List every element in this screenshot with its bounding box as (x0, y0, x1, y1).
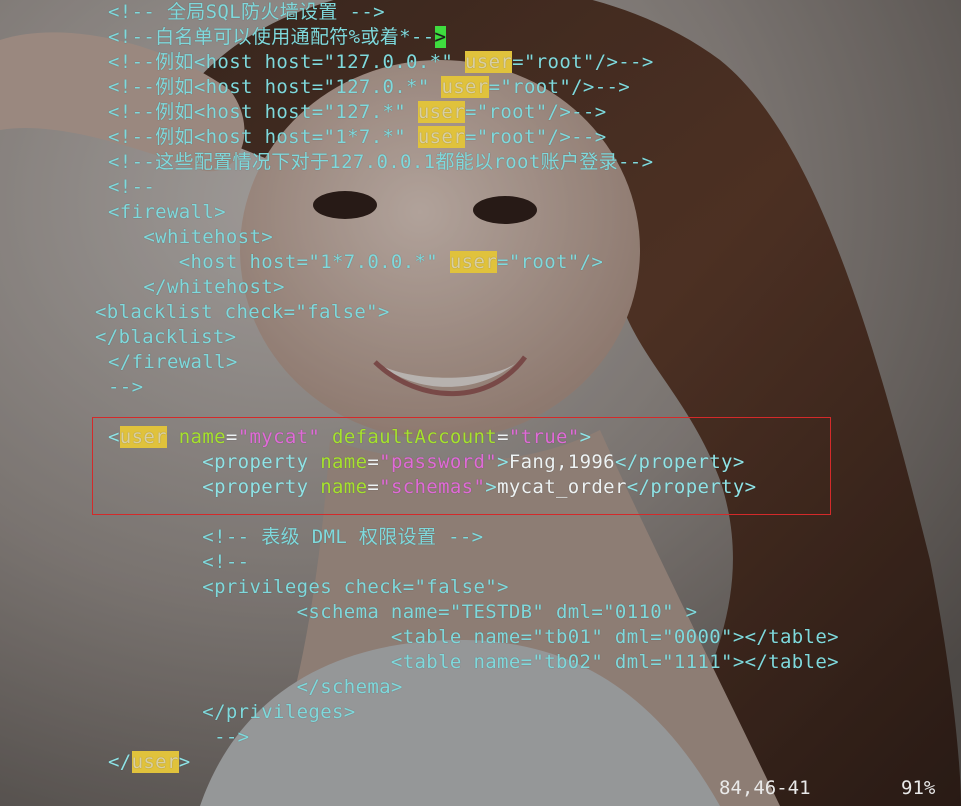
code-line: </blacklist> (95, 325, 236, 350)
code-token: <!--这些配置情况下对于127.0.0.1都能以root账户登录--> (108, 151, 654, 173)
code-line: <!--这些配置情况下对于127.0.0.1都能以root账户登录--> (108, 150, 653, 175)
cursor: > (434, 26, 447, 48)
code-line: <blacklist check="false"> (95, 300, 390, 325)
code-token: </firewall> (108, 351, 238, 373)
search-highlight: user (449, 251, 498, 273)
code-token: <!--白名单可以使用通配符%或着*-- (108, 26, 435, 48)
code-line: <!-- 全局SQL防火墙设置 --> (108, 0, 385, 25)
search-highlight: user (465, 51, 513, 73)
code-token: <!--例如<host host="1*7.*" (108, 126, 418, 148)
code-token: ="root"/>--> (512, 51, 654, 73)
code-token: <privileges check="false"> (108, 576, 509, 598)
code-token: </blacklist> (95, 326, 237, 348)
code-token: --> (108, 376, 144, 398)
search-highlight: user (417, 126, 466, 148)
code-token: <table name="tb01" dml="0000"></table> (108, 626, 839, 648)
vim-editor[interactable]: <!-- 全局SQL防火墙设置 --> <!--白名单可以使用通配符%或着*-->… (0, 0, 961, 806)
code-line: <!--例如<host host="1*7.*" user="root"/>--… (108, 125, 606, 150)
code-token: <!--例如<host host="127.*" (108, 101, 418, 123)
code-line: --> (108, 725, 249, 750)
cursor-position: 84,46-41 (719, 777, 811, 799)
code-token: </schema> (108, 676, 403, 698)
code-line: <!--例如<host host="127.0.0.*" user="root"… (108, 50, 654, 75)
code-line: <!--例如<host host="127.0.*" user="root"/>… (108, 75, 630, 100)
code-token: <!--例如<host host="127.0.*" (108, 76, 442, 98)
code-line: </whitehost> (108, 275, 285, 300)
code-token: <schema name="TESTDB" dml="0110" > (108, 601, 698, 623)
code-token: <firewall> (108, 201, 226, 223)
code-token: ="root"/>--> (465, 126, 607, 148)
code-line: </schema> (108, 675, 403, 700)
search-highlight: user (417, 101, 466, 123)
search-highlight: user (441, 76, 489, 98)
code-token: </ (108, 751, 132, 773)
code-token: </privileges> (108, 701, 356, 723)
code-token: </whitehost> (108, 276, 285, 298)
code-line: <!-- (108, 550, 249, 575)
code-line: <table name="tb02" dml="1111"></table> (108, 650, 839, 675)
code-token: ="root"/>--> (465, 101, 607, 123)
code-line: </firewall> (108, 350, 238, 375)
code-token: <table name="tb02" dml="1111"></table> (108, 651, 839, 673)
code-token: --> (108, 726, 250, 748)
code-line: </privileges> (108, 700, 356, 725)
code-line: <schema name="TESTDB" dml="0110" > (108, 600, 697, 625)
code-token: <!-- (108, 551, 250, 573)
code-token: ="root"/>--> (488, 76, 631, 98)
code-line: <firewall> (108, 200, 226, 225)
code-line: <privileges check="false"> (108, 575, 509, 600)
code-line: <!--例如<host host="127.*" user="root"/>--… (108, 100, 606, 125)
code-line: <!-- 表级 DML 权限设置 --> (108, 525, 483, 550)
code-token: <host host="1*7.0.0.*" (108, 251, 450, 273)
code-token: ="root"/> (497, 251, 604, 273)
code-line: </user> (108, 750, 191, 775)
code-line: <whitehost> (108, 225, 273, 250)
code-line: <!-- (108, 175, 155, 200)
code-line: <host host="1*7.0.0.*" user="root"/> (108, 250, 603, 275)
code-token: <!-- (108, 176, 156, 198)
code-line: <table name="tb01" dml="0000"></table> (108, 625, 839, 650)
code-token: <!--例如<host host="127.0.0.*" (108, 51, 466, 73)
code-line: --> (108, 375, 143, 400)
search-highlight: user (131, 751, 179, 773)
code-line: <!--白名单可以使用通配符%或着*--> (108, 25, 447, 50)
code-token: <whitehost> (108, 226, 274, 248)
highlight-box (92, 417, 831, 515)
scroll-percent: 91% (901, 777, 936, 799)
code-token: <blacklist check="false"> (95, 301, 390, 323)
code-token: <!-- 全局SQL防火墙设置 --> (108, 1, 385, 23)
code-token: <!-- 表级 DML 权限设置 --> (108, 526, 484, 548)
code-token: > (178, 751, 191, 773)
